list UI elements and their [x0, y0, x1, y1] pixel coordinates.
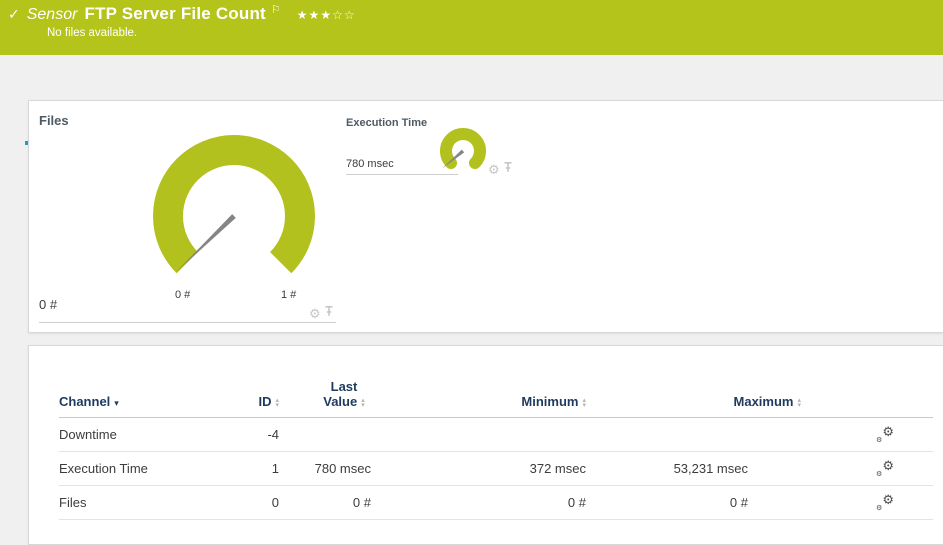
flag-icon[interactable]: ⚐ [271, 3, 281, 16]
cell-minimum: 372 msec [371, 461, 586, 476]
exec-widget-divider [346, 174, 458, 175]
sorted-desc-icon: ▾ [114, 398, 119, 408]
column-header-minimum[interactable]: Minimum ▴▾ [371, 394, 586, 409]
overview-gauges-panel: Files 0 # 1 # 0 # ⚙ Execution Time 780 m… [28, 100, 943, 333]
cell-id: 0 [234, 495, 279, 510]
cell-last-value: 780 msec [279, 461, 371, 476]
column-header-last-value-label: Last Value [323, 379, 357, 409]
exec-current-value: 780 msec [346, 158, 394, 170]
files-widget-divider [39, 322, 336, 323]
channel-settings-icon[interactable]: ⚙⚙ [876, 460, 894, 477]
channels-table-header: Channel▾ ID▴▾ Last Value▴▾ Minimum▴▾ Max… [59, 379, 933, 418]
files-current-value: 0 # [39, 297, 57, 312]
status-ok-icon: ✓ [8, 6, 20, 23]
files-gauge-min-label: 0 # [175, 289, 190, 301]
cell-id: -4 [234, 427, 279, 442]
exec-widget-controls: ⚙ [488, 160, 513, 178]
sensor-status-header: ✓ Sensor FTP Server File Count ⚐ ★★★☆☆ N… [0, 0, 943, 55]
sensor-title-row: ✓ Sensor FTP Server File Count ⚐ ★★★☆☆ [8, 4, 356, 24]
exec-gauge-title: Execution Time [346, 117, 427, 129]
column-header-last-value[interactable]: Last Value ▴▾ [279, 379, 371, 409]
widget-gear-icon[interactable]: ⚙ [309, 307, 321, 320]
widget-pin-icon[interactable] [503, 160, 513, 178]
channel-settings-icon[interactable]: ⚙⚙ [876, 426, 894, 443]
cell-id: 1 [234, 461, 279, 476]
column-header-maximum-label: Maximum [734, 394, 794, 409]
cell-channel: Downtime [59, 427, 234, 442]
exec-gauge [431, 121, 493, 179]
table-row-execution-time: Execution Time 1 780 msec 372 msec 53,23… [59, 452, 933, 486]
priority-stars[interactable]: ★★★☆☆ [297, 8, 356, 22]
tab-bar: Overview ((•)) Live Data 2 days 30 days … [0, 55, 943, 100]
channels-panel: Channel▾ ID▴▾ Last Value▴▾ Minimum▴▾ Max… [28, 345, 943, 545]
sort-icon: ▴▾ [582, 398, 586, 408]
table-row-downtime: Downtime -4 ⚙⚙ [59, 418, 933, 452]
table-row-files: Files 0 0 # 0 # 0 # ⚙⚙ [59, 486, 933, 520]
column-header-id-label: ID [258, 394, 271, 409]
cell-channel: Execution Time [59, 461, 234, 476]
column-header-channel[interactable]: Channel ▾ [59, 394, 234, 409]
cell-maximum: 53,231 msec [586, 461, 748, 476]
files-gauge [121, 119, 351, 304]
column-header-minimum-label: Minimum [521, 394, 578, 409]
widget-gear-icon[interactable]: ⚙ [488, 163, 500, 176]
files-gauge-max-label: 1 # [281, 289, 296, 301]
sensor-title: FTP Server File Count [84, 4, 265, 24]
column-header-id[interactable]: ID▴▾ [234, 394, 279, 409]
cell-last-value: 0 # [279, 495, 371, 510]
widget-pin-icon[interactable] [324, 304, 334, 322]
files-gauge-title: Files [39, 113, 69, 128]
channel-settings-icon[interactable]: ⚙⚙ [876, 494, 894, 511]
cell-maximum: 0 # [586, 495, 748, 510]
sort-icon: ▴▾ [797, 398, 801, 408]
sensor-message: No files available. [47, 27, 137, 39]
column-header-channel-label: Channel [59, 394, 110, 409]
files-widget-controls: ⚙ [309, 304, 334, 322]
sort-icon: ▴▾ [361, 398, 365, 408]
cell-channel: Files [59, 495, 234, 510]
channels-table: Channel▾ ID▴▾ Last Value▴▾ Minimum▴▾ Max… [49, 379, 933, 520]
column-header-maximum[interactable]: Maximum▴▾ [639, 394, 801, 409]
cell-minimum: 0 # [371, 495, 586, 510]
object-kind-label: Sensor [27, 6, 78, 24]
